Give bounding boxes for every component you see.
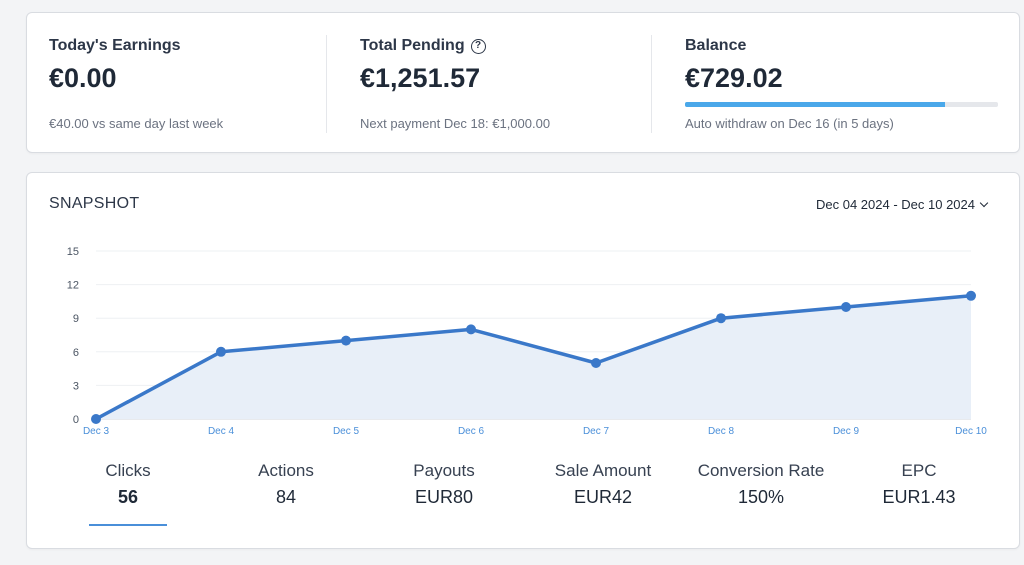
- metric-tab-epc[interactable]: EPC EUR1.43: [839, 461, 999, 508]
- x-tick-label: Dec 5: [333, 426, 360, 437]
- summary-card: Today's Earnings €0.00 €40.00 vs same da…: [26, 12, 1020, 153]
- data-point: [591, 358, 601, 368]
- question-circle-icon[interactable]: ?: [470, 38, 486, 54]
- next-payment-text: Next payment Dec 18: €1,000.00: [360, 116, 551, 131]
- metric-tab-sale-amount[interactable]: Sale Amount EUR42: [523, 461, 683, 508]
- x-tick-label: Dec 3: [83, 426, 110, 437]
- metric-value: EUR42: [573, 487, 633, 507]
- data-point: [216, 346, 226, 357]
- data-point: [341, 335, 351, 346]
- balance-label: Balance: [685, 37, 747, 54]
- balance-progress-bar: [685, 102, 998, 107]
- metric-value: EUR1.43: [882, 487, 956, 507]
- x-tick-label: Dec 8: [708, 426, 735, 437]
- metric-tab-clicks[interactable]: Clicks 56: [48, 461, 208, 508]
- balance-value: €729.02: [685, 63, 783, 93]
- active-tab-underline: [89, 524, 167, 526]
- total-pending-value: €1,251.57: [360, 63, 481, 93]
- metric-tab-payouts[interactable]: Payouts EUR80: [364, 461, 524, 508]
- clicks-area: [96, 295, 971, 419]
- metric-label: Sale Amount: [554, 461, 652, 480]
- y-tick-label: 15: [67, 246, 79, 258]
- todays-earnings-stat: Today's Earnings €0.00 €40.00 vs same da…: [27, 13, 327, 154]
- y-tick-label: 3: [73, 380, 79, 392]
- total-pending-stat: Total Pending ? €1,251.57 Next payment D…: [338, 13, 658, 154]
- y-tick-label: 12: [67, 280, 79, 292]
- metric-value: 56: [117, 487, 139, 507]
- y-tick-label: 6: [73, 347, 79, 359]
- balance-stat: Balance €729.02 Auto withdraw on Dec 16 …: [663, 13, 1019, 154]
- metric-label: Conversion Rate: [697, 461, 825, 480]
- data-point: [716, 313, 726, 324]
- data-point: [91, 414, 101, 424]
- metric-value: 150%: [737, 487, 785, 507]
- metric-label: Payouts: [413, 461, 475, 480]
- snapshot-card: SNAPSHOT Dec 04 2024 - Dec 10 2024 03691…: [26, 172, 1020, 549]
- balance-progress-fill: [685, 102, 945, 107]
- metric-label: Clicks: [105, 461, 151, 480]
- metric-label: Actions: [258, 461, 314, 480]
- data-point: [841, 302, 851, 312]
- y-tick-label: 9: [73, 313, 79, 325]
- todays-earnings-label: Today's Earnings: [49, 37, 181, 54]
- metrics-tabs: Clicks 56 Actions 84 Payouts EUR80 Sale Amount…: [67, 461, 1007, 531]
- metric-tab-actions[interactable]: Actions 84: [206, 461, 366, 508]
- metric-label: EPC: [901, 461, 937, 480]
- x-tick-label: Dec 9: [833, 426, 860, 437]
- data-point: [466, 324, 476, 335]
- metric-value: 84: [275, 487, 297, 507]
- auto-withdraw-text: Auto withdraw on Dec 16 (in 5 days): [685, 116, 894, 131]
- x-tick-label: Dec 7: [583, 426, 610, 437]
- summary-divider: [326, 35, 327, 133]
- x-tick-label: Dec 10: [955, 426, 987, 437]
- summary-divider: [651, 35, 652, 133]
- clicks-line-chart: 0 3 6 9 12 15 Dec 3 Dec 4 Dec 5 Dec 6 Dec 7 Dec 8 De…: [67, 246, 988, 437]
- x-tick-label: Dec 6: [458, 426, 485, 437]
- y-tick-label: 0: [73, 414, 79, 426]
- x-tick-label: Dec 4: [208, 426, 235, 437]
- metric-tab-conversion-rate[interactable]: Conversion Rate 150%: [681, 461, 841, 508]
- metric-value: EUR80: [414, 487, 474, 507]
- data-point: [966, 290, 976, 301]
- todays-earnings-comparison: €40.00 vs same day last week: [49, 116, 224, 131]
- todays-earnings-value: €0.00: [49, 63, 117, 93]
- total-pending-label: Total Pending: [360, 37, 465, 54]
- total-pending-label-row: Total Pending ?: [360, 37, 486, 55]
